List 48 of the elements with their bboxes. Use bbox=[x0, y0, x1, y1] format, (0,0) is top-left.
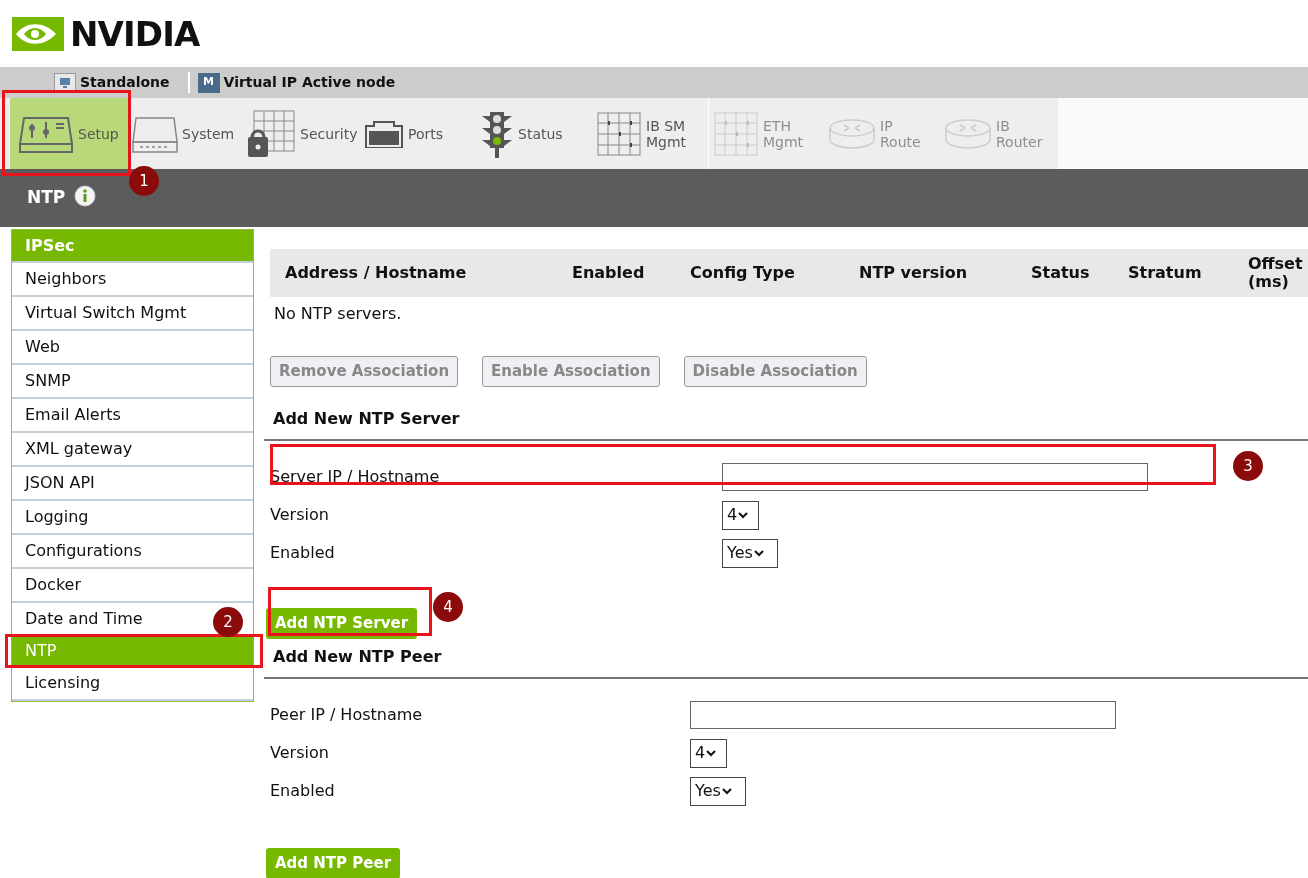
step-number-badge: 3 bbox=[1233, 451, 1263, 481]
ports-icon bbox=[364, 119, 404, 148]
column-header: Enabled bbox=[572, 264, 646, 282]
grid-icon bbox=[596, 110, 642, 157]
field-label: Version bbox=[270, 504, 330, 526]
grid-icon bbox=[713, 110, 759, 157]
empty-message: No NTP servers. bbox=[273, 303, 402, 325]
section-title: Add New NTP Peer bbox=[272, 646, 443, 668]
column-header: Offset (ms) bbox=[1248, 255, 1304, 291]
select-dropdown[interactable]: Yes bbox=[690, 776, 746, 806]
toolbar-tab[interactable]: Ports bbox=[360, 98, 476, 169]
field-label: Peer IP / Hostname bbox=[270, 704, 424, 726]
grid-lock-icon bbox=[248, 108, 296, 159]
toolbar-tab[interactable]: IB SM Mgmt bbox=[592, 98, 708, 169]
toolbar-tab[interactable]: Setup bbox=[10, 98, 128, 169]
monitor-badge-icon: M bbox=[197, 72, 220, 93]
column-header: Config Type bbox=[690, 264, 796, 282]
toolbar-tab[interactable]: Status bbox=[476, 98, 592, 169]
page-title: NTP bbox=[27, 186, 66, 209]
toolbar-tab[interactable]: Security bbox=[244, 98, 360, 169]
traffic-light-icon bbox=[480, 109, 514, 158]
node-label[interactable]: Standalone bbox=[80, 72, 170, 93]
eye-logo-icon bbox=[12, 16, 64, 51]
host-input[interactable] bbox=[722, 463, 1148, 491]
select-dropdown[interactable]: 4 bbox=[690, 738, 727, 768]
toolbar-tab[interactable]: System bbox=[128, 98, 244, 169]
router-icon bbox=[944, 117, 992, 150]
field-label: Enabled bbox=[270, 542, 336, 564]
select-dropdown[interactable]: 4 bbox=[722, 500, 759, 530]
field-label: Enabled bbox=[270, 780, 336, 802]
chevron-icon bbox=[721, 787, 732, 795]
column-header: Stratum bbox=[1128, 264, 1203, 282]
chevron-icon bbox=[706, 749, 717, 757]
step-number-badge: 4 bbox=[433, 592, 463, 622]
monitor-icon bbox=[54, 72, 76, 93]
column-header: NTP version bbox=[859, 264, 969, 282]
section-title: Add New NTP Server bbox=[272, 408, 461, 430]
logo-text: NVIDIA bbox=[70, 16, 200, 51]
host-input[interactable] bbox=[690, 701, 1116, 729]
chevron-icon bbox=[738, 511, 749, 519]
field-label: Version bbox=[270, 742, 330, 764]
router-icon bbox=[828, 117, 876, 150]
chevron-icon bbox=[753, 549, 764, 557]
column-header: Status bbox=[1031, 264, 1091, 282]
info-icon[interactable] bbox=[74, 185, 97, 207]
node-label[interactable]: Virtual IP Active node bbox=[223, 72, 396, 93]
select-dropdown[interactable]: Yes bbox=[722, 538, 778, 568]
column-header: Address / Hostname bbox=[285, 264, 468, 282]
